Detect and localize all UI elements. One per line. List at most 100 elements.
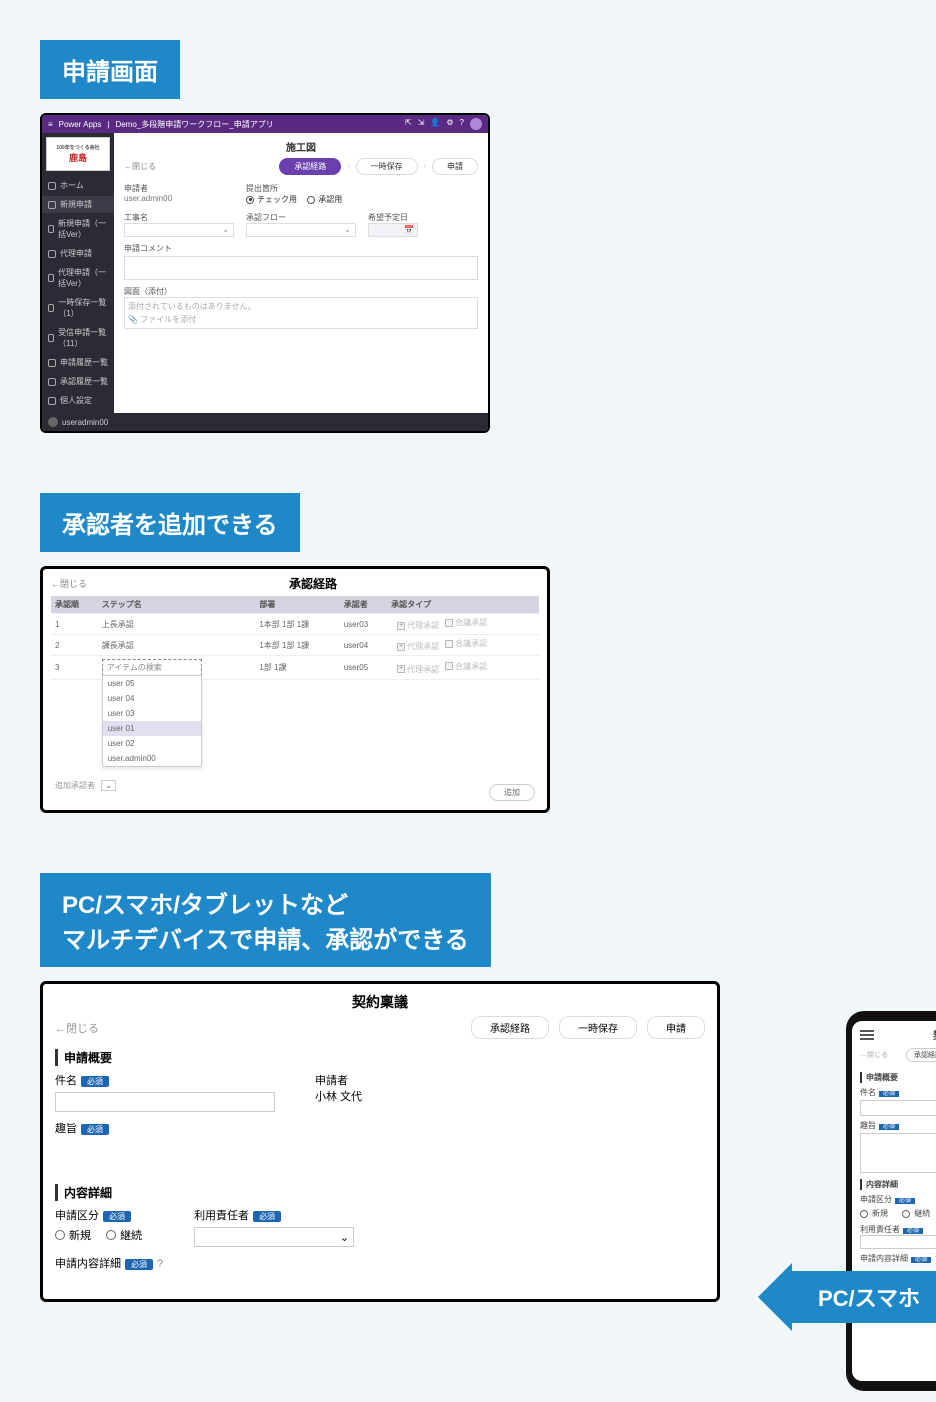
proxy-check[interactable]: 代理承認 (397, 641, 439, 652)
radio-check[interactable]: チェック用 (246, 194, 297, 205)
sidebar-item-settings[interactable]: 個人設定 (42, 392, 114, 409)
checkbox-icon (445, 640, 453, 648)
content-label: 申請内容詳細 (860, 1254, 908, 1263)
hamburger-icon[interactable]: ≡ (48, 120, 53, 129)
section-3: PC/スマホ/タブレットなど マルチデバイスで申請、承認ができる 契約稟議 ←閉… (40, 873, 896, 1302)
circ-check[interactable]: 合議承認 (445, 661, 487, 672)
flow-label: 承認フロー (246, 212, 356, 223)
subject-input[interactable] (860, 1100, 936, 1116)
required-badge: 必須 (879, 1124, 899, 1130)
action-route[interactable]: 承認経路 (471, 1016, 549, 1039)
help-icon[interactable]: ? (460, 118, 464, 130)
sidebar-item-inbox[interactable]: 受信申請一覧（11） (42, 324, 114, 352)
sidebar-footer: useradmin00 (42, 413, 488, 431)
table-row: 1上長承認1本部 1部 1課user03 代理承認合議承認 (51, 614, 539, 635)
site-label: 工事名 (124, 212, 234, 223)
sidebar-item-drafts[interactable]: 一時保存一覧（1） (42, 294, 114, 322)
chevron-down-icon[interactable]: ⌄ (101, 780, 116, 791)
sidebar-item-apply-history[interactable]: 申請履歴一覧 (42, 354, 114, 371)
radio-review[interactable]: 承認用 (307, 194, 342, 205)
radio-cont[interactable]: 継続 (106, 1227, 142, 1243)
search-input[interactable]: アイテムの検索 (102, 659, 202, 676)
list-item[interactable]: user 04 (103, 691, 201, 706)
settings-icon[interactable]: ⚙ (446, 118, 453, 130)
list-item[interactable]: user 02 (103, 736, 201, 751)
close-button[interactable]: ←閉じる (860, 1050, 888, 1060)
radio-new[interactable]: 新規 (860, 1208, 888, 1219)
chevron-down-icon: ⌄ (340, 1231, 349, 1244)
sidebar-item-approve-history[interactable]: 承認履歴一覧 (42, 373, 114, 390)
proxy-check[interactable]: 代理承認 (397, 664, 439, 675)
hamburger-icon[interactable] (860, 1030, 874, 1040)
search-options: user 05 user 04 user 03 user 01 user 02 … (102, 675, 202, 767)
subject-input[interactable] (55, 1092, 275, 1112)
company-logo: 100年をつくる会社 鹿島 (46, 137, 110, 171)
proxy-check[interactable]: 代理承認 (397, 620, 439, 631)
owner-select[interactable]: ⌄ (860, 1235, 936, 1249)
route-table: 承認順ステップ名部署承認者承認タイプ 1上長承認1本部 1部 1課user03 … (51, 596, 539, 804)
action-route[interactable]: 承認経路 (906, 1048, 936, 1062)
add-button[interactable]: 追加 (489, 784, 535, 801)
calendar-icon: 📅 (404, 225, 414, 234)
open-icon[interactable]: ⇱ (405, 118, 412, 130)
sidebar-item-new-bulk[interactable]: 新規申請（一括Ver） (42, 215, 114, 243)
section-overview: 申請概要 (860, 1072, 936, 1083)
section-detail: 内容詳細 (55, 1184, 705, 1201)
radio-cont[interactable]: 継続 (902, 1208, 930, 1219)
circ-check[interactable]: 合議承認 (445, 638, 487, 649)
site-select[interactable]: ⌄ (124, 223, 234, 237)
owner-select[interactable]: ⌄ (194, 1227, 354, 1247)
sidebar: 100年をつくる会社 鹿島 ホーム 新規申請 新規申請（一括Ver） 代理申請 … (42, 133, 114, 413)
step-draft[interactable]: 一時保存 (356, 158, 418, 175)
list-icon (48, 378, 56, 386)
purpose-input[interactable] (860, 1133, 936, 1173)
date-input[interactable]: 📅 (368, 223, 418, 237)
help-icon[interactable]: ? (157, 1258, 163, 1270)
list-icon (48, 359, 56, 367)
action-apply[interactable]: 申請 (647, 1016, 705, 1039)
sidebar-item-new[interactable]: 新規申請 (42, 196, 114, 213)
close-button[interactable]: ←閉じる (55, 1020, 99, 1036)
close-button[interactable]: ←閉じる (124, 161, 156, 172)
app-contract-pc: 契約稟議 ←閉じる 承認経路 一時保存 申請 申請概要 件名必須 申請者 小林 … (40, 981, 720, 1302)
sidebar-item-proxy[interactable]: 代理申請 (42, 245, 114, 262)
attach-label: 図面（添付） (124, 286, 478, 297)
section-tag-3: PC/スマホ/タブレットなど マルチデバイスで申請、承認ができる (40, 873, 491, 967)
section-overview: 申請概要 (55, 1049, 705, 1066)
radio-new[interactable]: 新規 (55, 1227, 91, 1243)
sidebar-item-proxy-bulk[interactable]: 代理申請（一括Ver） (42, 264, 114, 292)
section-detail: 内容詳細 (860, 1179, 936, 1190)
checkbox-icon (397, 665, 405, 673)
approver-search[interactable]: アイテムの検索 user 05 user 04 user 03 user 01 … (102, 659, 252, 676)
subject-label: 件名 (860, 1088, 876, 1097)
sidebar-item-home[interactable]: ホーム (42, 177, 114, 194)
step-apply[interactable]: 申請 (432, 158, 478, 175)
section-2: 承認者を追加できる ←閉じる 承認経路 承認順ステップ名部署承認者承認タイプ 1… (40, 493, 896, 813)
purpose-label: 趣旨 (860, 1121, 876, 1130)
action-draft[interactable]: 一時保存 (559, 1016, 637, 1039)
step-route[interactable]: 承認経路 (279, 158, 341, 175)
list-item[interactable]: user 03 (103, 706, 201, 721)
arrow-label: PC/スマホ (792, 1271, 936, 1323)
fit-icon[interactable]: ⇲ (418, 118, 425, 130)
list-item[interactable]: user 01 (103, 721, 201, 736)
user-icon[interactable]: 👤 (430, 118, 440, 130)
close-button[interactable]: ←閉じる (51, 577, 87, 590)
circ-check[interactable]: 合議承認 (445, 617, 487, 628)
radio-icon (860, 1210, 868, 1218)
list-item[interactable]: user.admin00 (103, 751, 201, 766)
page-title: 契約稟議 (874, 1027, 936, 1042)
app-topbar: ≡ Power Apps | Demo_多段階申請ワークフロー_申請アプリ ⇱ … (42, 115, 488, 133)
flow-select[interactable]: ⌄ (246, 223, 356, 237)
product-name: Power Apps (59, 120, 102, 129)
radio-icon (902, 1210, 910, 1218)
checkbox-icon (445, 662, 453, 670)
required-badge: 必須 (103, 1211, 131, 1222)
list-item[interactable]: user 05 (103, 676, 201, 691)
attach-action[interactable]: ファイルを添付 (140, 315, 196, 324)
comment-input[interactable] (124, 256, 478, 280)
attach-area[interactable]: 添付されているものはありません。 📎 ファイルを添付 (124, 297, 478, 329)
avatar-icon[interactable] (470, 118, 482, 130)
page-title: 施工図 (124, 139, 478, 154)
required-badge: 必須 (253, 1211, 281, 1222)
